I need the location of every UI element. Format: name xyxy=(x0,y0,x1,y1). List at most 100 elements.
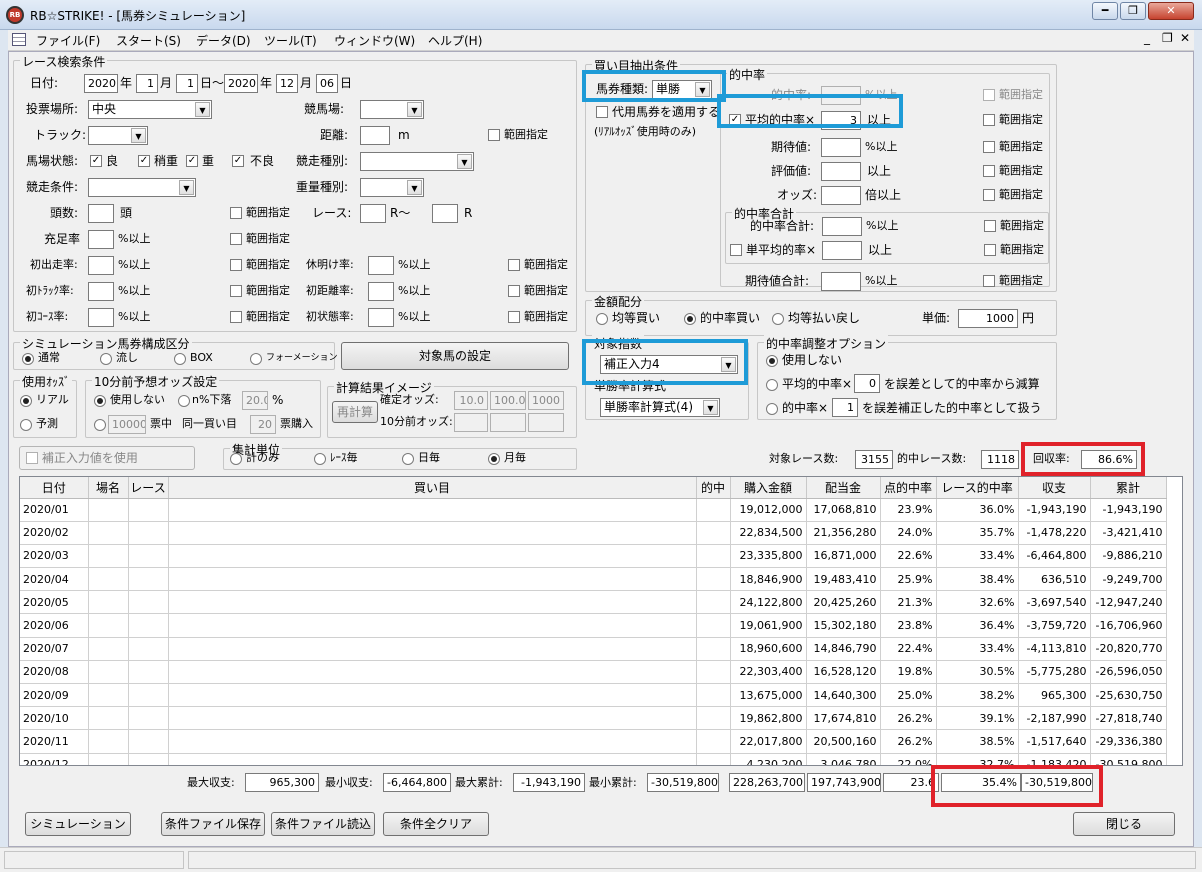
odds-predict-radio[interactable] xyxy=(20,419,32,431)
odds-range-checkbox[interactable] xyxy=(983,189,995,201)
hit-sum-field[interactable] xyxy=(822,217,862,236)
even-payout-radio[interactable] xyxy=(772,313,784,325)
race-type-dropdown[interactable]: ▼ xyxy=(360,152,474,171)
run-simulation-button[interactable]: シミュレーション xyxy=(25,812,131,836)
rest-field[interactable] xyxy=(368,256,394,275)
eval-field[interactable] xyxy=(821,162,861,181)
correction-toggle[interactable]: 補正入力値を使用 xyxy=(19,446,195,470)
cond-bad-checkbox[interactable]: ✓ xyxy=(232,155,244,167)
odds10-votes-field[interactable]: 10000 xyxy=(108,415,146,434)
col-bets[interactable]: 買い目 xyxy=(168,477,697,499)
agg-race-radio[interactable] xyxy=(314,453,326,465)
odds10-none-radio[interactable] xyxy=(94,395,106,407)
col-balance[interactable]: 収支 xyxy=(1018,477,1091,499)
from-day-field[interactable]: 1 xyxy=(176,74,198,93)
table-row[interactable]: 2020/07 18,960,600 14,846,790 22.4% 33.4% -4,… xyxy=(20,637,1167,661)
cond-slightly-heavy-checkbox[interactable]: ✓ xyxy=(138,155,150,167)
col-date[interactable]: 日付 xyxy=(20,477,89,499)
col-race[interactable]: レース xyxy=(128,477,169,499)
odds10-drop-radio[interactable] xyxy=(178,395,190,407)
col-race-hit-rate[interactable]: レース的中率 xyxy=(936,477,1019,499)
table-row[interactable]: 2020/06 19,061,900 15,302,180 23.8% 36.4% -3,… xyxy=(20,613,1167,638)
table-row[interactable]: 2020/01 19,012,000 17,068,810 23.9% 36.0% -1,… xyxy=(20,498,1167,522)
weight-type-dropdown[interactable]: ▼ xyxy=(360,178,424,197)
hit-rate-range-checkbox[interactable] xyxy=(983,89,995,101)
cond-good-checkbox[interactable]: ✓ xyxy=(90,155,102,167)
mdi-close-button[interactable]: ✕ xyxy=(1180,31,1190,45)
menu-file[interactable]: ファイル(F) xyxy=(36,32,100,49)
first-run-range-checkbox[interactable] xyxy=(230,259,242,271)
close-window-button[interactable]: ✕ xyxy=(1148,2,1194,20)
first-cond-field[interactable] xyxy=(368,308,394,327)
race-cond-dropdown[interactable]: ▼ xyxy=(88,178,196,197)
from-year-field[interactable]: 2020 xyxy=(84,74,118,93)
eval-range-checkbox[interactable] xyxy=(983,165,995,177)
adjust-none-radio[interactable] xyxy=(766,355,778,367)
adjust-correct-field[interactable]: 1 xyxy=(832,398,858,417)
to-day-field[interactable]: 06 xyxy=(316,74,338,93)
menu-data[interactable]: データ(D) xyxy=(196,32,251,49)
table-row[interactable]: 2020/04 18,846,900 19,483,410 25.9% 38.4% 636… xyxy=(20,567,1167,592)
from-month-field[interactable]: 1 xyxy=(136,74,158,93)
first-cond-range-checkbox[interactable] xyxy=(508,311,520,323)
hit-sum-range-checkbox[interactable] xyxy=(984,220,996,232)
exp-sum-field[interactable] xyxy=(821,272,861,291)
fill-rate-field[interactable] xyxy=(88,230,114,249)
expected-range-checkbox[interactable] xyxy=(983,141,995,153)
set-target-horses-button[interactable]: 対象馬の設定 xyxy=(341,342,569,370)
adjust-correct-radio[interactable] xyxy=(766,403,778,415)
first-track-field[interactable] xyxy=(88,282,114,301)
col-venue[interactable]: 場名 xyxy=(88,477,129,499)
sim-box-radio[interactable] xyxy=(174,353,186,365)
minimize-button[interactable]: ━ xyxy=(1092,2,1118,20)
col-cumulative[interactable]: 累計 xyxy=(1090,477,1167,499)
recalc-button[interactable]: 再計算 xyxy=(332,401,378,423)
odds10-votes-radio[interactable] xyxy=(94,419,106,431)
heads-field[interactable] xyxy=(88,204,114,223)
first-dist-field[interactable] xyxy=(368,282,394,301)
agg-day-radio[interactable] xyxy=(402,453,414,465)
distance-range-checkbox[interactable] xyxy=(488,129,500,141)
course-dropdown[interactable]: ▼ xyxy=(360,100,424,119)
agg-total-radio[interactable] xyxy=(230,453,242,465)
race-to-field[interactable] xyxy=(432,204,458,223)
sim-normal-radio[interactable] xyxy=(22,353,34,365)
menu-tools[interactable]: ツール(T) xyxy=(264,32,317,49)
to-month-field[interactable]: 12 xyxy=(276,74,298,93)
odds10-buy-field[interactable]: 20 xyxy=(250,415,276,434)
adjust-subtract-field[interactable]: 0 xyxy=(854,374,880,393)
first-run-field[interactable] xyxy=(88,256,114,275)
odds10-n-field[interactable]: 20.0 xyxy=(242,391,268,410)
unit-price-field[interactable]: 1000 xyxy=(958,309,1018,328)
adjust-subtract-radio[interactable] xyxy=(766,379,778,391)
menu-help[interactable]: ヘルプ(H) xyxy=(428,32,482,49)
table-row[interactable]: 2020/10 19,862,800 17,674,810 26.2% 39.1% -2,… xyxy=(20,706,1167,731)
maximize-button[interactable]: ❐ xyxy=(1120,2,1146,20)
menu-window[interactable]: ウィンドウ(W) xyxy=(334,32,415,49)
exp-sum-range-checkbox[interactable] xyxy=(983,275,995,287)
odds-real-radio[interactable] xyxy=(20,395,32,407)
expected-field[interactable] xyxy=(821,138,861,157)
heads-range-checkbox[interactable] xyxy=(230,207,242,219)
cond-heavy-checkbox[interactable]: ✓ xyxy=(186,155,198,167)
calc-formula-dropdown[interactable]: 単勝率計算式(4) ▼ xyxy=(600,398,720,417)
correction-checkbox[interactable] xyxy=(26,451,38,464)
col-buy-amount[interactable]: 購入金額 xyxy=(730,477,807,499)
sim-formation-radio[interactable] xyxy=(250,353,262,365)
race-from-field[interactable] xyxy=(360,204,386,223)
table-row[interactable]: 2020/03 23,335,800 16,871,000 22.6% 33.4% -6,… xyxy=(20,544,1167,569)
substitute-bet-checkbox[interactable] xyxy=(596,106,608,118)
rest-range-checkbox[interactable] xyxy=(508,259,520,271)
table-row[interactable]: 2020/08 22,303,400 16,528,120 19.8% 30.5% -5,… xyxy=(20,660,1167,685)
fill-range-checkbox[interactable] xyxy=(230,233,242,245)
hit-rate-buy-radio[interactable] xyxy=(684,313,696,325)
table-row[interactable]: 2020/02 22,834,500 21,356,280 24.0% 35.7% -1,… xyxy=(20,521,1167,545)
single-avg-field[interactable] xyxy=(822,241,862,260)
mdi-minimize-button[interactable]: _ xyxy=(1144,31,1150,45)
place-dropdown[interactable]: 中央 ▼ xyxy=(88,100,212,119)
table-row[interactable]: 2020/09 13,675,000 14,640,300 25.0% 38.2% 965… xyxy=(20,683,1167,708)
avg-hit-range-checkbox[interactable] xyxy=(983,114,995,126)
single-avg-checkbox[interactable] xyxy=(730,244,742,256)
first-course-field[interactable] xyxy=(88,308,114,327)
first-dist-range-checkbox[interactable] xyxy=(508,285,520,297)
